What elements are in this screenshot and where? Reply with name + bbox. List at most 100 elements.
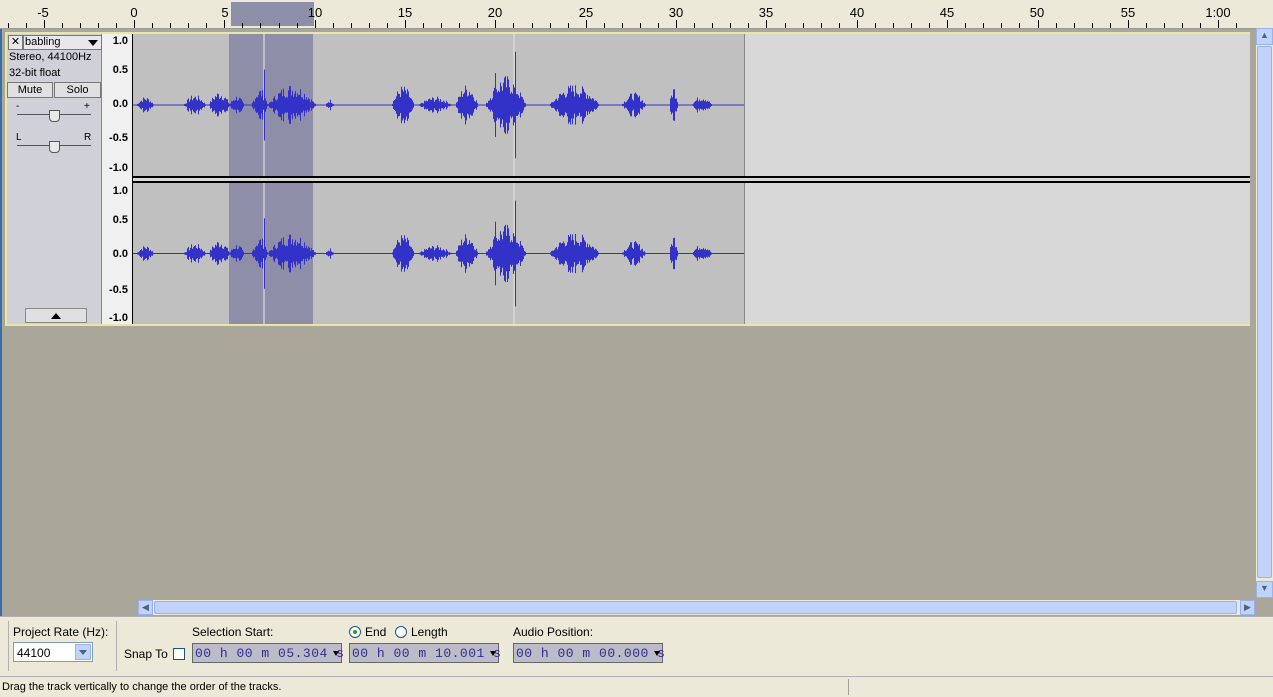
waveform-left-channel[interactable] [133, 34, 1250, 176]
selection-end-value: 00 h 00 m 10.001 s [352, 646, 502, 661]
pan-right-label: R [84, 132, 92, 143]
track-close-button[interactable]: ✕ [8, 35, 23, 50]
ruler-tick [622, 23, 623, 28]
project-rate-combo[interactable]: 44100 [13, 642, 93, 662]
track-control-panel[interactable]: ✕ babling Stereo, 44100Hz 32-bit float M… [7, 34, 102, 324]
snap-to-label: Snap To [124, 647, 168, 661]
ruler-tick [152, 23, 153, 28]
toolbar-grip [8, 621, 9, 671]
ruler-label: -5 [37, 5, 49, 20]
amp-label: 0.0 [112, 98, 128, 110]
dropdown-arrow-icon[interactable] [490, 651, 496, 656]
ruler-tick [586, 20, 587, 28]
end-radio[interactable] [349, 626, 361, 638]
ruler-label: 55 [1120, 5, 1136, 20]
selection-toolbar: Project Rate (Hz): 44100 Snap To Selecti… [0, 616, 1273, 676]
close-icon: ✕ [10, 36, 21, 48]
ruler-tick [1236, 23, 1237, 28]
ruler-tick [857, 20, 858, 28]
track-format: Stereo, 44100Hz [9, 51, 92, 63]
ruler-tick [658, 23, 659, 28]
chevron-down-icon[interactable] [75, 644, 91, 660]
amp-label: 0.0 [112, 248, 128, 260]
ruler-tick [513, 23, 514, 28]
scroll-right-button[interactable]: ▶ [1240, 600, 1255, 615]
track-name-menu[interactable]: babling [23, 35, 102, 50]
ruler-tick [26, 23, 27, 28]
ruler-label: 45 [939, 5, 955, 20]
ruler-tick [640, 23, 641, 28]
status-bar: Drag the track vertically to change the … [0, 676, 1273, 697]
ruler-label: 35 [758, 5, 774, 20]
ruler-tick [1038, 20, 1039, 28]
solo-button[interactable]: Solo [54, 82, 101, 98]
ruler-tick [459, 23, 460, 28]
horizontal-scroll-thumb[interactable] [154, 601, 1237, 614]
vertical-scrollbar[interactable]: ▲ ▼ [1256, 28, 1273, 598]
scroll-left-button[interactable]: ◀ [138, 600, 153, 615]
ruler-label: 25 [578, 5, 594, 20]
horizontal-scrollbar[interactable]: ◀ ▶ [138, 600, 1255, 615]
ruler-tick [821, 23, 822, 28]
track-name: babling [25, 36, 61, 48]
ruler-tick [98, 23, 99, 28]
ruler-tick [1110, 23, 1111, 28]
selection-start-label: Selection Start: [192, 625, 274, 639]
audio-position-label: Audio Position: [513, 625, 594, 639]
waveform-path [133, 200, 744, 307]
gain-plus-label: + [84, 101, 90, 112]
ruler-tick [333, 23, 334, 28]
audio-position-field[interactable]: 00 h 00 m 00.000 s [513, 643, 665, 663]
ruler-tick [1092, 23, 1093, 28]
ruler-tick [1146, 23, 1147, 28]
ruler-tick [351, 23, 352, 28]
pan-slider-thumb[interactable] [49, 141, 60, 153]
timeline-ruler[interactable]: -5 0 5 10 15 20 25 30 35 40 45 50 55 1:0… [0, 0, 1273, 29]
snap-to-checkbox[interactable] [173, 648, 185, 660]
ruler-label: 20 [487, 5, 503, 20]
ruler-tick [279, 23, 280, 28]
ruler-label: 0 [130, 5, 138, 20]
amp-label: -0.5 [109, 284, 128, 296]
ruler-tick [929, 23, 930, 28]
ruler-tick [766, 20, 767, 28]
ruler-tick [785, 23, 786, 28]
dropdown-arrow-icon[interactable] [654, 651, 660, 656]
amp-label: -0.5 [109, 132, 128, 144]
ruler-tick [604, 23, 605, 28]
waveform-right-channel[interactable] [133, 183, 1250, 324]
scroll-down-button[interactable]: ▼ [1256, 581, 1273, 598]
ruler-tick [911, 23, 912, 28]
ruler-tick [875, 23, 876, 28]
ruler-tick [1200, 23, 1201, 28]
ruler-tick [1056, 23, 1057, 28]
amplitude-ruler: 1.0 0.5 0.0 -0.5 -1.0 1.0 0.5 0.0 -0.5 -… [102, 34, 133, 324]
waveform-path [133, 51, 744, 159]
selection-start-value: 00 h 00 m 05.304 s [195, 646, 345, 661]
selection-end-field[interactable]: 00 h 00 m 10.001 s [349, 643, 502, 663]
ruler-tick [134, 20, 135, 28]
ruler-tick [423, 23, 424, 28]
length-label: Length [411, 625, 448, 639]
ruler-tick [1128, 20, 1129, 28]
vertical-scroll-thumb[interactable] [1257, 46, 1272, 578]
ruler-tick [730, 23, 731, 28]
track-sample-format: 32-bit float [9, 67, 61, 79]
status-message: Drag the track vertically to change the … [2, 681, 282, 693]
collapse-track-button[interactable] [25, 308, 87, 323]
mute-button[interactable]: Mute [7, 82, 53, 98]
ruler-label: 5 [221, 5, 229, 20]
gain-slider-thumb[interactable] [49, 110, 60, 122]
ruler-tick [532, 23, 533, 28]
dropdown-arrow-icon[interactable] [333, 651, 339, 656]
ruler-tick [315, 20, 316, 28]
length-radio[interactable] [395, 626, 407, 638]
ruler-tick [387, 23, 388, 28]
ruler-tick [369, 23, 370, 28]
selection-start-field[interactable]: 00 h 00 m 05.304 s [192, 643, 345, 663]
status-divider [848, 679, 849, 695]
scroll-up-button[interactable]: ▲ [1256, 28, 1273, 45]
ruler-tick [495, 20, 496, 28]
ruler-tick [1164, 23, 1165, 28]
ruler-tick [405, 20, 406, 28]
